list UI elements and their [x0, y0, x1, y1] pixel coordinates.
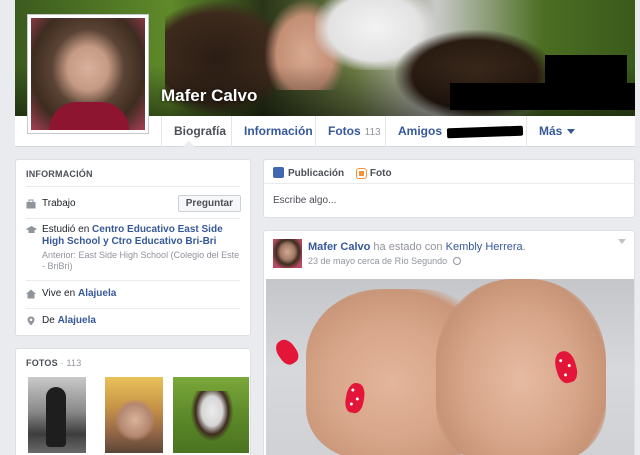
profile-picture-detail [49, 102, 129, 130]
tab-biografia[interactable]: Biografía [161, 116, 238, 147]
photo-detail [558, 358, 563, 363]
composer-tab-photo-label: Foto [369, 168, 392, 179]
profile-name[interactable]: Mafer Calvo [161, 86, 257, 106]
photo-detail [563, 373, 568, 377]
composer-tab-photo[interactable]: Foto [356, 168, 392, 179]
from-prefix: De [42, 315, 55, 326]
studied-prefix: Estudió en [42, 224, 90, 235]
graduation-cap-icon [26, 225, 37, 235]
chevron-down-icon [567, 129, 576, 135]
globe-icon [452, 257, 461, 265]
previous-school: Anterior: East Side High School (Colegio… [42, 250, 240, 271]
post-composer: Publicación Foto Escribe algo... [263, 159, 635, 218]
tab-fotos[interactable]: Fotos 113 [315, 116, 393, 147]
composer-input[interactable]: Escribe algo... [273, 195, 336, 206]
photo-thumbnail[interactable] [173, 377, 249, 453]
education-text: Estudió en Centro Educativo East Side Hi… [42, 224, 240, 272]
profile-picture[interactable] [27, 14, 149, 134]
lives-city-link[interactable]: Alajuela [78, 288, 116, 299]
photos-title: FOTOS [26, 358, 58, 368]
info-card: INFORMACIÓN Trabajo Preguntar Estudió en… [15, 159, 251, 336]
photo-detail [355, 397, 360, 401]
tab-informacion[interactable]: Información [231, 116, 325, 147]
tab-label: Fotos [328, 124, 361, 138]
briefcase-icon [26, 199, 36, 209]
photo-thumbnail[interactable] [105, 377, 163, 453]
education-row: Estudió en Centro Educativo East Side Hi… [26, 224, 240, 272]
from-text: De Alajuela [42, 315, 240, 327]
home-icon [26, 289, 36, 299]
lives-prefix: Vive en [42, 288, 76, 299]
photo-detail [349, 402, 354, 406]
photo-detail [567, 363, 572, 368]
active-tab-indicator [183, 141, 195, 147]
divider [264, 183, 634, 184]
post-header-period: . [522, 241, 526, 253]
chevron-down-icon[interactable] [618, 239, 626, 244]
location-pin-icon [26, 316, 36, 326]
photos-card-title[interactable]: FOTOS · 113 [26, 358, 81, 368]
post-date-link[interactable]: 23 de mayo [308, 256, 355, 266]
tab-mas[interactable]: Más [526, 116, 587, 147]
tagged-friend-link[interactable]: Kembly Herrera [446, 241, 523, 253]
post-author-avatar[interactable] [273, 239, 302, 268]
ask-button[interactable]: Preguntar [177, 195, 241, 212]
photo-detail [351, 388, 355, 392]
photo-thumbnail[interactable] [28, 377, 86, 453]
divider [26, 218, 240, 219]
post-author-link[interactable]: Mafer Calvo [308, 241, 370, 253]
post-action-text: ha estado con [373, 241, 443, 253]
post-header: Mafer Calvo ha estado con Kembly Herrera… [308, 241, 526, 253]
photos-card: FOTOS · 113 [15, 348, 251, 455]
post-near-text: cerca de [357, 256, 393, 266]
divider [26, 308, 240, 309]
tab-label: Más [539, 124, 563, 138]
info-card-title: INFORMACIÓN [26, 169, 93, 179]
post-meta: 23 de mayo cerca de Río Segundo [308, 256, 461, 266]
from-city-link[interactable]: Alajuela [58, 315, 96, 326]
photos-count: 113 [66, 358, 82, 368]
pencil-icon [273, 167, 284, 178]
timeline-post: Mafer Calvo ha estado con Kembly Herrera… [263, 230, 635, 455]
tab-count: 113 [364, 127, 381, 138]
from-row: De Alajuela [26, 315, 240, 329]
divider [26, 280, 240, 281]
lives-text: Vive en Alajuela [42, 288, 240, 300]
photos-separator: · [60, 358, 64, 368]
composer-tab-post[interactable]: Publicación [273, 167, 344, 179]
photo-icon [356, 169, 366, 178]
tab-label: Amigos [398, 124, 443, 138]
composer-tab-post-label: Publicación [288, 168, 345, 179]
tab-label: Información [244, 124, 313, 138]
profile-picture-image [31, 18, 145, 130]
photo-detail [272, 336, 302, 368]
post-place-link[interactable]: Río Segundo [395, 256, 448, 266]
composer-tabs: Publicación Foto [273, 167, 402, 179]
lives-row: Vive en Alajuela [26, 288, 240, 302]
post-photo[interactable] [266, 279, 634, 455]
tab-label: Biografía [174, 124, 227, 138]
tab-amigos[interactable]: Amigos [385, 116, 535, 147]
photo-detail [436, 279, 606, 455]
redaction-block [446, 125, 524, 139]
divider [26, 186, 240, 187]
